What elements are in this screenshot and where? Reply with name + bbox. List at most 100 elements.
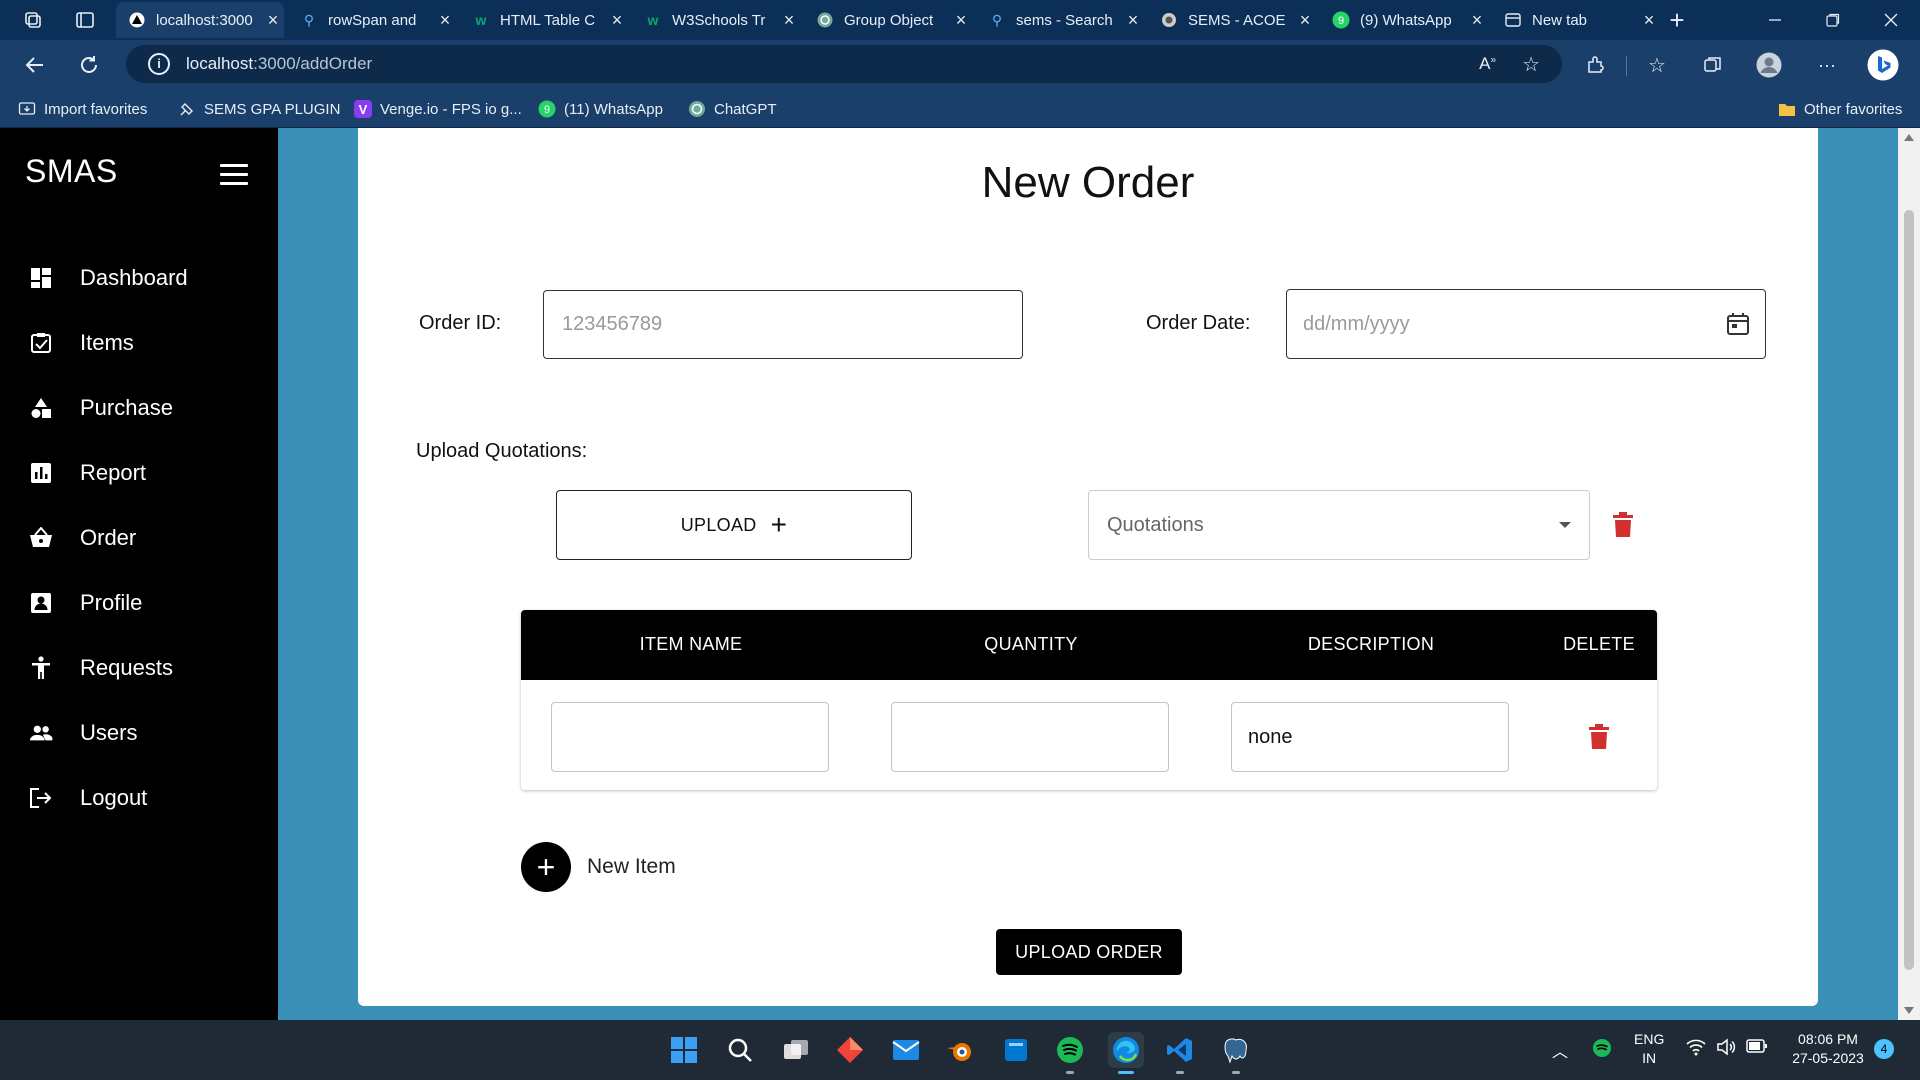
sidebar-item-items[interactable]: Items bbox=[0, 315, 278, 371]
fav-other-favorites[interactable]: Other favorites bbox=[1778, 99, 1902, 119]
sidebar-item-report[interactable]: Report bbox=[0, 445, 278, 501]
close-tab-icon[interactable]: × bbox=[1122, 10, 1144, 31]
fav-import-favorites[interactable]: Import favorites bbox=[18, 99, 147, 119]
sidebar-item-purchase[interactable]: Purchase bbox=[0, 380, 278, 436]
toolbar-divider bbox=[1626, 56, 1627, 76]
close-tab-icon[interactable]: × bbox=[1294, 10, 1316, 31]
tab-sems-search[interactable]: ⚲ sems - Search × bbox=[976, 2, 1144, 38]
back-arrow-icon[interactable] bbox=[18, 48, 52, 82]
sidebar-item-order[interactable]: Order bbox=[0, 510, 278, 566]
fav-label: ChatGPT bbox=[714, 100, 777, 118]
column-header-description: DESCRIPTION bbox=[1307, 634, 1435, 654]
tab-sems-acoe[interactable]: SEMS - ACOE × bbox=[1148, 2, 1316, 38]
chatgpt-icon bbox=[688, 100, 706, 118]
mail-icon[interactable] bbox=[888, 1032, 924, 1068]
collections-icon[interactable] bbox=[1696, 48, 1730, 82]
taskbar-search-icon[interactable] bbox=[722, 1032, 758, 1068]
new-item-button[interactable]: + New Item bbox=[521, 842, 676, 892]
tab-actions-icon[interactable] bbox=[62, 0, 108, 40]
page-scrollbar[interactable] bbox=[1898, 128, 1920, 1020]
tab-html-table[interactable]: w HTML Table C × bbox=[460, 2, 628, 38]
app-red-diamond-icon[interactable] bbox=[832, 1032, 868, 1068]
delete-quotation-icon[interactable] bbox=[1612, 512, 1634, 538]
calendar-icon[interactable] bbox=[1725, 311, 1751, 337]
wifi-icon[interactable] bbox=[1686, 1038, 1706, 1059]
fav-venge-io[interactable]: V Venge.io - FPS io g... bbox=[354, 99, 522, 119]
minimize-button[interactable] bbox=[1752, 0, 1798, 40]
upload-button[interactable]: UPLOAD + bbox=[556, 490, 912, 560]
notification-badge[interactable]: 4 bbox=[1874, 1039, 1894, 1059]
app-blue-window-icon[interactable] bbox=[998, 1032, 1034, 1068]
favorites-icon[interactable]: ☆ bbox=[1640, 48, 1674, 82]
tab-rowspan[interactable]: ⚲ rowSpan and × bbox=[288, 2, 456, 38]
profile-icon bbox=[29, 591, 53, 615]
upload-quotations-label: Upload Quotations: bbox=[416, 440, 588, 462]
tab-localhost[interactable]: localhost:3000 × bbox=[116, 2, 284, 38]
refresh-icon[interactable] bbox=[72, 48, 106, 82]
scrollbar-thumb[interactable] bbox=[1904, 210, 1914, 970]
fav-label: SEMS GPA PLUGIN bbox=[204, 100, 341, 118]
sidebar-item-logout[interactable]: Logout bbox=[0, 770, 278, 826]
close-window-button[interactable] bbox=[1868, 0, 1914, 40]
tab-group-object[interactable]: Group Object × bbox=[804, 2, 972, 38]
fav-whatsapp[interactable]: 9 (11) WhatsApp bbox=[538, 99, 663, 119]
sidebar-item-users[interactable]: Users bbox=[0, 705, 278, 761]
blender-icon[interactable] bbox=[942, 1032, 978, 1068]
close-tab-icon[interactable]: × bbox=[950, 10, 972, 31]
read-aloud-icon[interactable]: A» bbox=[1479, 54, 1496, 74]
tab-new-tab[interactable]: New tab × bbox=[1492, 2, 1660, 38]
sidebar-item-dashboard[interactable]: Dashboard bbox=[0, 250, 278, 306]
spotify-icon[interactable] bbox=[1052, 1032, 1088, 1074]
vscode-icon[interactable] bbox=[1162, 1032, 1198, 1074]
clock[interactable]: 08:06 PM 27-05-2023 bbox=[1780, 1030, 1876, 1068]
delete-row-icon[interactable] bbox=[1588, 724, 1610, 750]
postgresql-icon[interactable] bbox=[1218, 1032, 1254, 1074]
tray-spotify-icon[interactable] bbox=[1592, 1038, 1612, 1061]
bing-copilot-icon[interactable] bbox=[1866, 48, 1900, 82]
scroll-up-arrow-icon[interactable] bbox=[1904, 134, 1914, 141]
fav-sems-gpa-plugin[interactable]: SEMS GPA PLUGIN bbox=[178, 99, 340, 119]
restore-button[interactable] bbox=[1810, 0, 1856, 40]
order-id-input[interactable] bbox=[543, 290, 1023, 359]
workspaces-icon[interactable] bbox=[10, 0, 56, 40]
column-header-quantity: QUANTITY bbox=[984, 634, 1078, 654]
quotations-select[interactable]: Quotations bbox=[1088, 490, 1590, 560]
close-tab-icon[interactable]: × bbox=[262, 10, 284, 31]
profile-avatar-icon[interactable] bbox=[1752, 48, 1786, 82]
sidebar-item-profile[interactable]: Profile bbox=[0, 575, 278, 631]
svg-text:9: 9 bbox=[1338, 15, 1344, 27]
sidebar-item-label: Profile bbox=[80, 590, 143, 615]
fav-chatgpt[interactable]: ChatGPT bbox=[688, 99, 777, 119]
tab-w3schools[interactable]: w W3Schools Tr × bbox=[632, 2, 800, 38]
windows-start-icon[interactable] bbox=[666, 1032, 702, 1068]
task-view-icon[interactable] bbox=[778, 1032, 814, 1068]
add-favorite-icon[interactable]: ☆ bbox=[1522, 52, 1540, 77]
column-header-delete: DELETE bbox=[1563, 634, 1635, 654]
close-tab-icon[interactable]: × bbox=[778, 10, 800, 31]
windows-taskbar: ︿ ENG IN 08:06 PM 27-05-2023 4 bbox=[0, 1020, 1920, 1080]
close-tab-icon[interactable]: × bbox=[1466, 10, 1488, 31]
sidebar-item-label: Users bbox=[80, 720, 138, 745]
close-tab-icon[interactable]: × bbox=[606, 10, 628, 31]
upload-order-button[interactable]: UPLOAD ORDER bbox=[996, 929, 1182, 975]
volume-icon[interactable] bbox=[1716, 1038, 1736, 1059]
more-menu-icon[interactable]: ··· bbox=[1810, 48, 1844, 82]
edge-icon[interactable] bbox=[1108, 1032, 1144, 1074]
battery-icon[interactable] bbox=[1746, 1038, 1768, 1057]
extensions-icon[interactable] bbox=[1578, 48, 1612, 82]
order-date-input[interactable]: dd/mm/yyyy bbox=[1286, 289, 1766, 359]
address-bar[interactable]: i localhost:3000/addOrder A» ☆ bbox=[126, 45, 1562, 83]
order-items-table: ITEM NAME QUANTITY DESCRIPTION DELETE bbox=[521, 610, 1657, 790]
hamburger-menu-icon[interactable] bbox=[220, 164, 248, 186]
language-indicator[interactable]: ENG IN bbox=[1634, 1030, 1664, 1068]
close-tab-icon[interactable]: × bbox=[434, 10, 456, 31]
description-input[interactable] bbox=[1231, 702, 1509, 772]
item-name-input[interactable] bbox=[551, 702, 829, 772]
show-hidden-icons-chevron-icon[interactable]: ︿ bbox=[1552, 1038, 1568, 1062]
new-tab-button[interactable]: + bbox=[1654, 0, 1700, 40]
scroll-down-arrow-icon[interactable] bbox=[1904, 1007, 1914, 1014]
site-info-icon[interactable]: i bbox=[148, 53, 170, 75]
sidebar-item-requests[interactable]: Requests bbox=[0, 640, 278, 696]
tab-whatsapp[interactable]: 9 (9) WhatsApp × bbox=[1320, 2, 1488, 38]
quantity-input[interactable] bbox=[891, 702, 1169, 772]
